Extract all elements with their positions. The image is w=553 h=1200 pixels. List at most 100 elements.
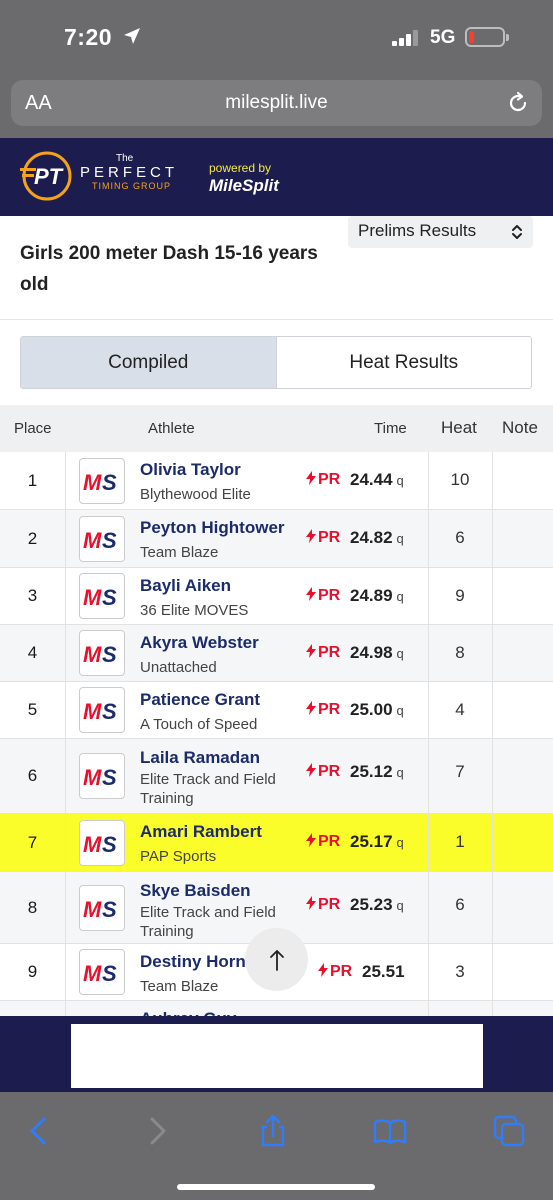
pr-label: PR	[318, 471, 341, 488]
athlete-name-link[interactable]: Patience Grant	[140, 690, 260, 710]
bookmarks-icon[interactable]	[373, 1114, 407, 1148]
perfect-timing-logo-icon[interactable]: PT	[18, 150, 76, 202]
address-bar[interactable]: AA milesplit.live	[11, 80, 542, 126]
url-text[interactable]: milesplit.live	[11, 92, 542, 114]
lightning-bolt-icon	[306, 644, 316, 658]
lightning-bolt-icon	[306, 896, 316, 910]
milesplit-team-logo-icon[interactable]: MS	[79, 753, 125, 799]
athlete-name-link[interactable]: Destiny Horn	[140, 952, 246, 972]
heat-cell: 4	[455, 700, 465, 719]
heat-cell: 9	[455, 586, 465, 605]
cell-divider	[428, 1001, 429, 1016]
tab-compiled[interactable]: Compiled	[21, 337, 277, 388]
brand-header: PT The PERFECT TIMING GROUP powered by M…	[0, 138, 553, 216]
ad-slot[interactable]	[71, 1024, 483, 1088]
athlete-name-link[interactable]: Amari Rambert	[140, 822, 262, 842]
team-name: 36 Elite MOVES	[140, 602, 249, 619]
milesplit-team-logo-icon[interactable]: MS	[79, 573, 125, 619]
milesplit-team-logo-icon[interactable]: MS	[79, 949, 125, 995]
result-time	[350, 1005, 354, 1016]
athlete-name-link[interactable]: Bayli Aiken	[140, 576, 231, 596]
athlete-name-link[interactable]: Peyton Hightower	[140, 518, 285, 538]
pr-badge: PR	[306, 763, 340, 781]
pr-label: PR	[318, 763, 341, 780]
cell-divider	[492, 510, 493, 567]
home-indicator	[177, 1184, 375, 1190]
event-title: Girls 200 meter Dash 15-16 years old	[20, 243, 318, 295]
table-row[interactable]: 7 M S Amari Rambert PAP Sports PR 25.17 q 1	[0, 814, 553, 872]
round-select[interactable]: Prelims Results	[348, 216, 533, 248]
milesplit-logo[interactable]: MileSplit	[209, 176, 279, 196]
cell-divider	[492, 1001, 493, 1016]
milesplit-team-logo-icon[interactable]: MS	[79, 819, 125, 866]
milesplit-team-logo-icon[interactable]: MS	[79, 515, 125, 562]
svg-text:M: M	[83, 642, 102, 667]
tabs-icon[interactable]	[492, 1114, 526, 1148]
battery-icon	[465, 27, 509, 47]
forward-icon[interactable]	[140, 1114, 174, 1148]
athlete-name-link[interactable]: Olivia Taylor	[140, 460, 241, 480]
team-name: A Touch of Speed	[140, 716, 258, 733]
cell-divider	[492, 625, 493, 681]
place-cell: 8	[0, 872, 66, 943]
col-heat: Heat	[441, 418, 477, 437]
time-value: 25.23	[350, 895, 393, 914]
scroll-to-top-button[interactable]	[245, 928, 308, 991]
cell-divider	[492, 814, 493, 871]
heat-cell: 6	[455, 528, 465, 547]
pr-badge: PR	[306, 701, 340, 719]
brand-timing-group: TIMING GROUP	[92, 181, 171, 191]
cell-divider	[492, 682, 493, 738]
heat-cell: 3	[455, 962, 465, 981]
athlete-name-link[interactable]: Akyra Webster	[140, 633, 259, 653]
table-row[interactable]: 5 M S Patience Grant A Touch of Speed PR 25.00…	[0, 682, 553, 739]
place-cell: 2	[0, 510, 66, 567]
time-value: 25.51	[362, 962, 405, 981]
place-cell: 1	[0, 452, 66, 509]
table-row[interactable]: 4 M S Akyra Webster Unattached PR 24.98 q 8	[0, 625, 553, 682]
lightning-bolt-icon	[306, 833, 316, 847]
col-time: Time	[374, 420, 407, 437]
table-row[interactable]: 6 M S Laila Ramadan Elite Track and Field Tr…	[0, 739, 553, 814]
athlete-name-link[interactable]: Aubrey Guy	[140, 1009, 236, 1016]
qualifier-mark: q	[396, 531, 404, 546]
place-cell: 3	[0, 568, 66, 624]
svg-text:M: M	[83, 528, 102, 553]
table-row[interactable]: 3 M S Bayli Aiken 36 Elite MOVES PR 24.89 q 9	[0, 568, 553, 625]
pr-badge: PR	[318, 963, 352, 981]
team-name: Unattached	[140, 659, 217, 676]
svg-text:S: S	[102, 897, 117, 922]
athlete-name-link[interactable]: Laila Ramadan	[140, 748, 260, 768]
result-time: 25.12 q	[350, 762, 404, 782]
pr-label: PR	[318, 644, 341, 661]
tab-heat-results[interactable]: Heat Results	[277, 337, 532, 388]
network-label: 5G	[430, 27, 456, 48]
table-row[interactable]: Aubrey Guy	[0, 1001, 553, 1016]
table-row[interactable]: 2 M S Peyton Hightower Team Blaze PR 24.82 q 6	[0, 510, 553, 568]
milesplit-team-logo-icon[interactable]: MS	[79, 630, 125, 676]
select-chevron-icon	[512, 225, 522, 239]
qualifier-mark: q	[396, 703, 404, 718]
time-value: 24.98	[350, 643, 393, 662]
share-icon[interactable]	[256, 1114, 290, 1148]
results-table-header: Place Athlete Time Heat Note	[0, 405, 553, 452]
reload-icon[interactable]	[506, 91, 530, 115]
pr-label: PR	[318, 529, 341, 546]
result-time: 24.82 q	[350, 528, 404, 548]
back-icon[interactable]	[22, 1114, 56, 1148]
milesplit-team-logo-icon[interactable]: MS	[79, 687, 125, 733]
result-time: 25.17 q	[350, 832, 404, 852]
milesplit-team-logo-icon[interactable]: MS	[79, 884, 125, 931]
pr-label: PR	[318, 896, 341, 913]
athlete-name-link[interactable]: Skye Baisden	[140, 881, 251, 901]
milesplit-team-logo-icon[interactable]: MS	[79, 457, 125, 504]
brand-the: The	[116, 153, 134, 164]
svg-text:S: S	[102, 585, 117, 610]
lightning-bolt-icon	[306, 587, 316, 601]
event-header: Girls 200 meter Dash 15-16 years old Pre…	[0, 216, 553, 320]
table-row[interactable]: 1 M S Olivia Taylor Blythewood Elite PR 24.44 q…	[0, 452, 553, 510]
lightning-bolt-icon	[306, 529, 316, 543]
place-cell	[0, 1001, 66, 1016]
qualifier-mark: q	[396, 765, 404, 780]
svg-text:S: S	[102, 528, 117, 553]
